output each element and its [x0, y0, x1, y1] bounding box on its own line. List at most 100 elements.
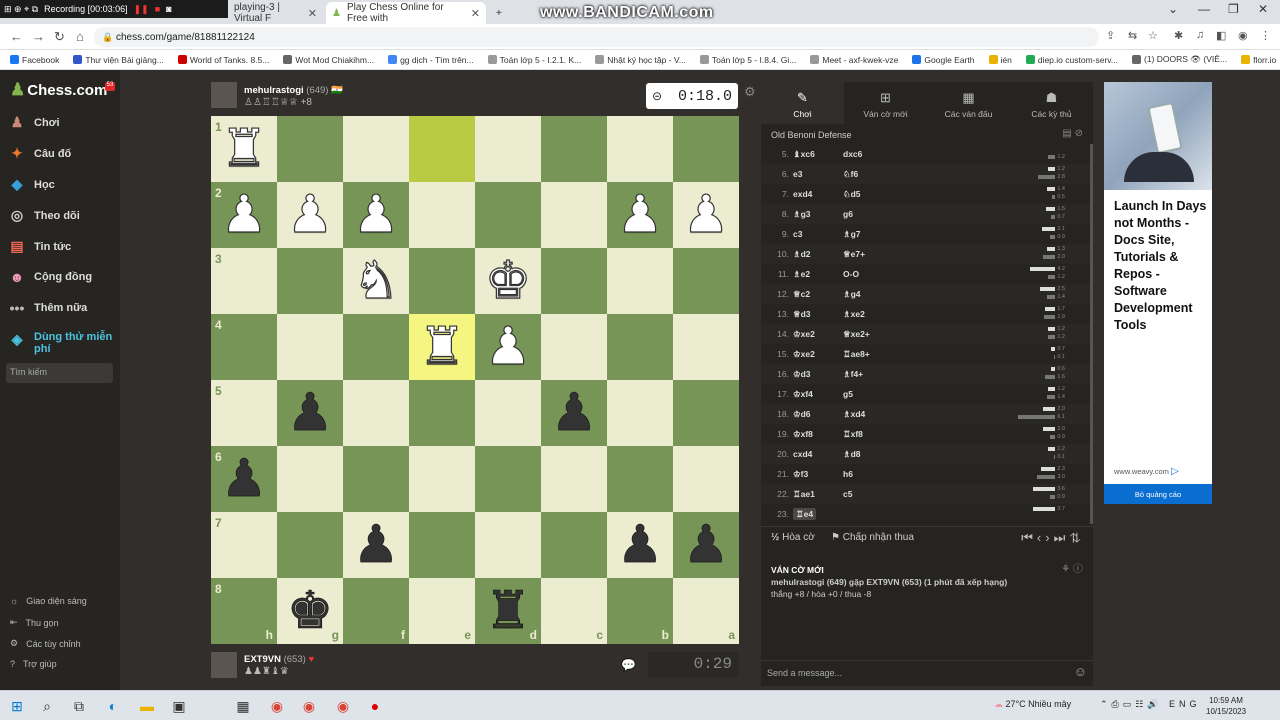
sidebar-item-puzzle[interactable]: ✦ Câu đố — [8, 145, 71, 162]
avatar[interactable] — [211, 82, 237, 108]
white-move[interactable]: ♔xe2 — [791, 329, 843, 340]
bookmark-item[interactable]: Google Earth — [912, 55, 975, 65]
black-move[interactable]: ♗xe2 — [843, 309, 903, 320]
sidepanel-icon[interactable]: ◧ — [1216, 29, 1226, 42]
board-square[interactable]: a — [673, 578, 739, 644]
white-move[interactable]: ♗g3 — [791, 209, 843, 220]
black-pawn-icon[interactable]: ♟ — [550, 387, 597, 440]
chrome-active-icon[interactable]: ◉ — [334, 697, 352, 715]
board-square[interactable]: ♟ — [673, 182, 739, 248]
bookmark-item[interactable]: Wot Mod Chiakihm... — [283, 55, 374, 65]
chess-board[interactable]: 1 ♜ 2 ♟ ♟ ♟ ♟ ♟ 3 ♞ ♚ 4 ♜ ♟ 5 ♟ ♟ 6 ♟ 7 ♟ ♟ ♟ 8 h g ♚ f e d ♜ c b a — [211, 116, 739, 644]
board-square[interactable] — [277, 314, 343, 380]
board-square[interactable] — [409, 446, 475, 512]
white-rook-icon[interactable]: ♜ — [418, 320, 466, 373]
white-pawn-icon[interactable]: ♟ — [682, 188, 730, 241]
black-move[interactable]: ♖ae8+ — [843, 349, 903, 360]
white-rook-icon[interactable]: ♜ — [220, 122, 268, 175]
board-square[interactable] — [277, 248, 343, 314]
black-move[interactable]: ♗xd4 — [843, 409, 903, 420]
black-move[interactable]: ♗f4+ — [843, 369, 903, 380]
tab-players[interactable]: ☗ Các kỳ thủ — [1010, 82, 1093, 124]
restore-icon[interactable]: ❐ — [1228, 2, 1239, 16]
black-move[interactable]: h6 — [843, 469, 903, 479]
resign-button[interactable]: ⚑ Chấp nhận thua — [831, 532, 914, 543]
forward-icon[interactable]: → — [32, 29, 45, 44]
white-move[interactable]: ♔d6 — [791, 409, 843, 420]
search-icon[interactable]: ⌕ — [38, 697, 56, 715]
close-window-icon[interactable]: ✕ — [1258, 2, 1268, 16]
board-square[interactable] — [607, 446, 673, 512]
board-square[interactable] — [409, 182, 475, 248]
file-explorer-icon[interactable]: ▬ — [138, 697, 156, 715]
draw-button[interactable]: ½ Hòa cờ — [771, 532, 815, 543]
bookmark-item[interactable]: florr.io — [1241, 55, 1276, 65]
white-move[interactable]: ♔xf4 — [791, 389, 843, 400]
bookmark-item[interactable]: ién — [988, 55, 1012, 65]
chrome-icon[interactable]: ◉ — [268, 697, 286, 715]
board-square[interactable] — [541, 512, 607, 578]
board-square[interactable] — [673, 380, 739, 446]
board-square[interactable]: 4 — [211, 314, 277, 380]
star-icon[interactable]: ☆ — [1148, 29, 1158, 42]
white-move[interactable]: ♔xe2 — [791, 349, 843, 360]
board-square[interactable] — [475, 182, 541, 248]
top-player-name[interactable]: mehulrastogi (649) 🇮🇳 — [244, 85, 343, 96]
board-square[interactable]: b — [607, 578, 673, 644]
white-move[interactable]: cxd4 — [791, 449, 843, 459]
move-list-scrollbar[interactable] — [1090, 144, 1093, 524]
sidebar-bottom-item[interactable]: ⚙ Các tùy chỉnh — [10, 638, 81, 649]
white-pawn-icon[interactable]: ♟ — [352, 188, 400, 241]
white-pawn-icon[interactable]: ♟ — [616, 188, 664, 241]
black-pawn-icon[interactable]: ♟ — [352, 519, 399, 572]
board-square[interactable] — [607, 116, 673, 182]
white-move[interactable]: ♔d3 — [791, 369, 843, 380]
windows-start-icon[interactable]: ⊞ — [8, 697, 26, 715]
chess-logo[interactable]: ♟ Chess.com — [10, 80, 107, 100]
chat-bubble-icon[interactable]: 💬 — [621, 658, 636, 672]
task-view-icon[interactable]: ⧉ — [70, 697, 88, 715]
board-square[interactable]: 6 ♟ — [211, 446, 277, 512]
tab-chess[interactable]: ♟ Play Chess Online for Free with ✕ — [326, 2, 486, 24]
tab-play[interactable]: ✎ Chơi — [761, 82, 844, 124]
calculator-icon[interactable]: ▦ — [234, 697, 252, 715]
board-square[interactable]: 5 — [211, 380, 277, 446]
bookmark-item[interactable]: Toán lớp 5 - I.8.4. Gi... — [699, 55, 796, 65]
board-square[interactable]: 2 ♟ — [211, 182, 277, 248]
board-square[interactable] — [475, 446, 541, 512]
board-square[interactable]: 1 ♜ — [211, 116, 277, 182]
black-move[interactable]: c5 — [843, 489, 903, 499]
remove-ads-button[interactable]: Bỏ quảng cáo — [1104, 484, 1212, 504]
minimize-icon[interactable]: — — [1198, 2, 1210, 16]
media-icon[interactable]: ♫ — [1196, 29, 1204, 41]
board-square[interactable] — [277, 512, 343, 578]
board-square[interactable] — [409, 248, 475, 314]
black-move[interactable]: ♗g7 — [843, 229, 903, 240]
ad-image[interactable] — [1104, 82, 1212, 190]
move-nav-arrows[interactable]: ⏮‹›⏭⇅ — [1021, 530, 1085, 546]
white-move[interactable]: e3 — [791, 169, 843, 179]
new-tab-button[interactable]: + — [490, 2, 508, 24]
board-square[interactable] — [673, 314, 739, 380]
board-square[interactable] — [343, 380, 409, 446]
black-move[interactable]: ♗g4 — [843, 289, 903, 300]
board-square[interactable] — [409, 512, 475, 578]
url-field[interactable]: 🔒 chess.com/game/81881122124 — [94, 27, 1099, 47]
board-square[interactable] — [343, 446, 409, 512]
bookmark-item[interactable]: diep.io custom-serv... — [1025, 55, 1118, 65]
extensions-icon[interactable]: ✱ — [1174, 29, 1183, 42]
stop-icon[interactable]: ■ — [155, 4, 160, 14]
profile-avatar[interactable]: ◉ — [1238, 29, 1248, 42]
sidebar-item-news[interactable]: ▤ Tin tức — [8, 238, 71, 255]
black-pawn-icon[interactable]: ♟ — [616, 519, 663, 572]
bookmark-item[interactable]: World of Tanks. 8.5... — [177, 55, 269, 65]
white-move[interactable]: ♗d2 — [791, 249, 843, 260]
board-settings-gear-icon[interactable]: ⚙ — [744, 84, 756, 100]
board-square[interactable] — [409, 116, 475, 182]
sidebar-item-community[interactable]: ☻ Cộng đồng — [8, 269, 92, 285]
ad-banner[interactable]: Launch In Days not Months - Docs Site, T… — [1104, 82, 1212, 504]
board-square[interactable]: e — [409, 578, 475, 644]
white-move[interactable]: ♗e2 — [791, 269, 843, 280]
black-move[interactable]: ♖xf8 — [843, 429, 903, 440]
board-square[interactable] — [541, 182, 607, 248]
